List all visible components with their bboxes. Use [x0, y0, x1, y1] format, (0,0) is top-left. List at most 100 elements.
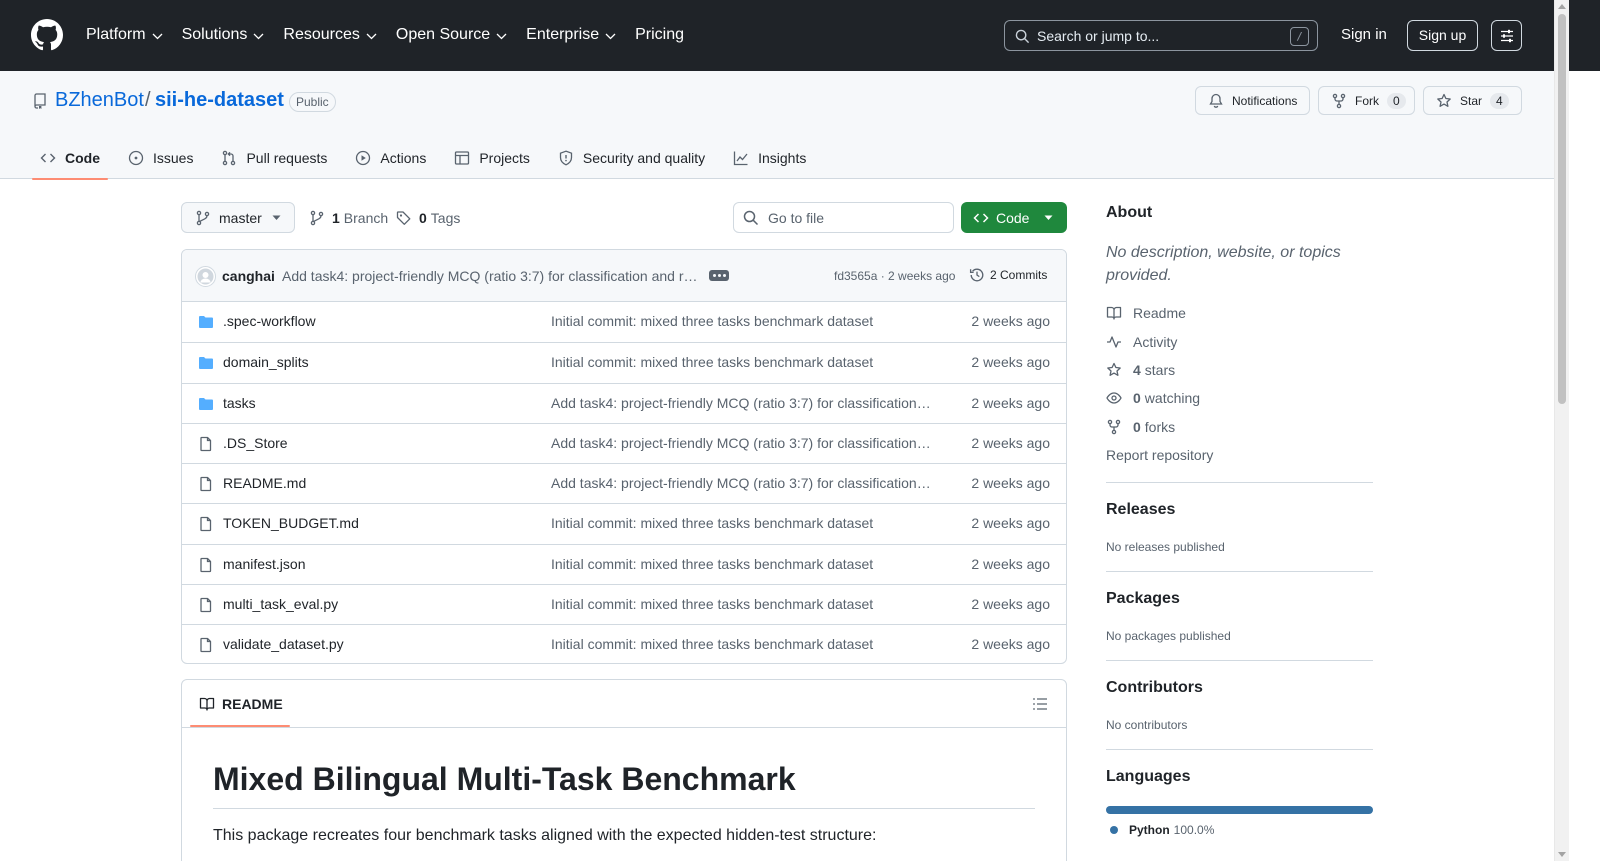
commit-author-link[interactable]: canghai — [222, 268, 275, 284]
nav-label: Pricing — [635, 26, 684, 43]
file-name-link[interactable]: README.md — [223, 475, 306, 491]
global-nav: Platform Solutions Resources Open Source… — [86, 24, 703, 46]
visibility-badge: Public — [289, 92, 336, 112]
readme-link[interactable]: Readme — [1106, 305, 1186, 321]
page-scrollbar[interactable] — [1554, 0, 1569, 861]
commit-expand-button[interactable] — [709, 270, 729, 281]
branch-name: master — [219, 209, 262, 226]
notifications-label: Notifications — [1232, 93, 1298, 108]
table-row[interactable]: README.md Add task4: project-friendly MCQ… — [182, 463, 1066, 503]
branches-link[interactable]: 1 Branch — [309, 210, 388, 226]
code-dropdown-button[interactable]: Code — [961, 202, 1067, 233]
file-commit-message-link[interactable]: Initial commit: mixed three tasks benchm… — [551, 313, 931, 329]
divider — [182, 727, 1066, 728]
contributors-heading[interactable]: Contributors — [1106, 679, 1203, 697]
file-name-link[interactable]: multi_task_eval.py — [223, 596, 338, 612]
file-commit-message-link[interactable]: Initial commit: mixed three tasks benchm… — [551, 556, 931, 572]
git-branch-icon — [309, 210, 325, 226]
file-commit-message-link[interactable]: Initial commit: mixed three tasks benchm… — [551, 596, 931, 612]
table-row[interactable]: manifest.json Initial commit: mixed three… — [182, 543, 1066, 584]
star-button[interactable]: Star 4 — [1423, 86, 1522, 115]
nav-enterprise[interactable]: Enterprise — [526, 26, 616, 44]
scroll-down-arrow-icon[interactable] — [1558, 852, 1566, 857]
nav-resources[interactable]: Resources — [283, 26, 377, 44]
tab-code[interactable]: Code — [32, 137, 108, 180]
activity-link[interactable]: Activity — [1106, 334, 1177, 350]
file-name-link[interactable]: tasks — [223, 395, 256, 411]
file-commit-message-link[interactable]: Add task4: project-friendly MCQ (ratio 3… — [551, 395, 931, 411]
nav-pricing[interactable]: Pricing — [635, 26, 684, 44]
readme-tab[interactable]: README — [190, 680, 290, 727]
file-name-link[interactable]: TOKEN_BUDGET.md — [223, 515, 359, 531]
nav-open-source[interactable]: Open Source — [396, 26, 507, 44]
table-row[interactable]: domain_splits Initial commit: mixed three… — [182, 342, 1066, 382]
commit-sha-age[interactable]: fd3565a · 2 weeks ago — [834, 269, 955, 283]
sliders-icon[interactable] — [1491, 20, 1522, 51]
search-icon — [743, 210, 759, 226]
file-commit-age: 2 weeks ago — [971, 394, 1050, 411]
divider — [1106, 571, 1373, 572]
commit-message-link[interactable]: Add task4: project-friendly MCQ (ratio 3… — [282, 268, 700, 284]
list-unordered-icon[interactable] — [1032, 696, 1048, 712]
tab-projects[interactable]: Projects — [446, 137, 538, 179]
language-item-python[interactable]: Python 100.0% — [1110, 823, 1214, 837]
packages-heading[interactable]: Packages — [1106, 590, 1180, 608]
activity-link-label: Activity — [1133, 334, 1178, 350]
tags-link[interactable]: 0 Tags — [396, 210, 460, 226]
table-row[interactable]: validate_dataset.py Initial commit: mixed… — [182, 624, 1066, 663]
forks-link[interactable]: 0 forks — [1106, 419, 1175, 435]
file-commit-message-link[interactable]: Initial commit: mixed three tasks benchm… — [551, 515, 931, 531]
report-repository-link[interactable]: Report repository — [1106, 447, 1213, 463]
signin-link[interactable]: Sign in — [1341, 26, 1387, 43]
global-search-input[interactable]: Search or jump to... / — [1004, 20, 1318, 51]
file-commit-message-link[interactable]: Add task4: project-friendly MCQ (ratio 3… — [551, 435, 931, 451]
table-row[interactable]: tasks Add task4: project-friendly MCQ (ra… — [182, 382, 1066, 423]
table-row[interactable]: multi_task_eval.py Initial commit: mixed … — [182, 583, 1066, 624]
notifications-button[interactable]: Notifications — [1195, 86, 1310, 115]
forks-label: forks — [1144, 419, 1176, 435]
nav-platform[interactable]: Platform — [86, 26, 163, 44]
nav-solutions[interactable]: Solutions — [182, 26, 265, 44]
language-bar — [1106, 806, 1373, 814]
signup-button[interactable]: Sign up — [1407, 20, 1478, 51]
tab-security[interactable]: Security and quality — [550, 137, 713, 179]
releases-heading[interactable]: Releases — [1106, 501, 1175, 519]
repo-owner-link[interactable]: BZhenBot — [55, 89, 144, 112]
watching-link[interactable]: 0 watching — [1106, 390, 1200, 406]
tab-actions[interactable]: Actions — [347, 137, 434, 179]
avatar[interactable] — [195, 266, 216, 287]
file-name-link[interactable]: .DS_Store — [223, 435, 288, 451]
triangle-down-icon — [272, 215, 281, 221]
file-commit-message-link[interactable]: Initial commit: mixed three tasks benchm… — [551, 636, 931, 652]
tab-pull-requests[interactable]: Pull requests — [213, 137, 335, 179]
scroll-up-arrow-icon[interactable] — [1558, 4, 1566, 9]
branch-selector-button[interactable]: master — [181, 202, 295, 233]
file-name-link[interactable]: manifest.json — [223, 556, 305, 572]
repo-icon — [32, 93, 48, 109]
github-logo-icon[interactable] — [31, 19, 63, 51]
file-name-link[interactable]: domain_splits — [223, 354, 309, 370]
scrollbar-thumb[interactable] — [1558, 14, 1566, 404]
file-commit-message-link[interactable]: Initial commit: mixed three tasks benchm… — [551, 354, 931, 370]
table-row[interactable]: .DS_Store Add task4: project-friendly MCQ… — [182, 422, 1066, 463]
language-percent: 100.0% — [1173, 823, 1215, 837]
chevron-down-icon — [366, 33, 377, 40]
divider — [1106, 482, 1373, 483]
fork-button[interactable]: Fork 0 — [1318, 86, 1415, 115]
nav-label: Enterprise — [526, 26, 600, 43]
file-icon — [198, 597, 214, 613]
stars-link[interactable]: 4 stars — [1106, 362, 1175, 378]
repo-name-link[interactable]: sii-he-dataset — [155, 89, 284, 112]
chevron-down-icon — [253, 33, 264, 40]
tab-issues[interactable]: Issues — [120, 137, 201, 179]
stars-label: stars — [1144, 362, 1176, 378]
tab-insights[interactable]: Insights — [725, 137, 814, 179]
file-browser: canghai Add task4: project-friendly MCQ … — [181, 249, 1067, 664]
commits-history-link[interactable]: 2 Commits — [969, 267, 1047, 283]
file-name-link[interactable]: validate_dataset.py — [223, 636, 344, 652]
file-name-link[interactable]: .spec-workflow — [223, 313, 316, 329]
file-commit-message-link[interactable]: Add task4: project-friendly MCQ (ratio 3… — [551, 475, 931, 491]
go-to-file-input[interactable]: Go to file — [733, 202, 954, 233]
table-row[interactable]: .spec-workflow Initial commit: mixed thre… — [182, 302, 1066, 342]
table-row[interactable]: TOKEN_BUDGET.md Initial commit: mixed thr… — [182, 503, 1066, 543]
